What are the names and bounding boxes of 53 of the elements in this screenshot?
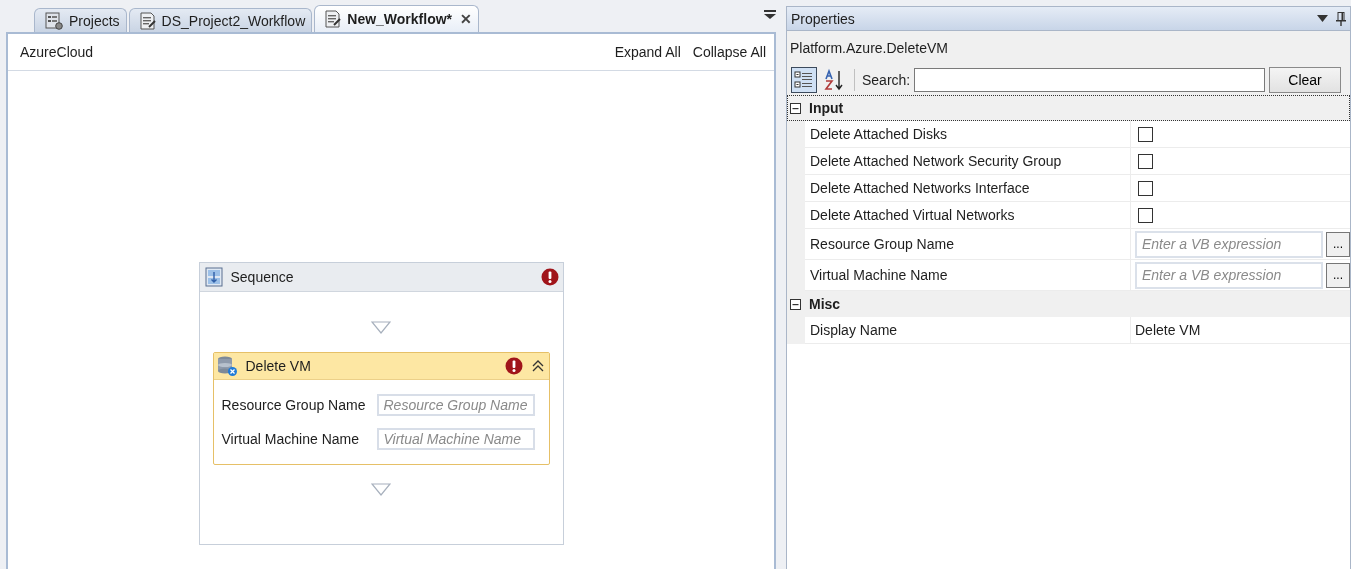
close-icon[interactable]: ✕ (460, 11, 473, 27)
collapse-icon[interactable] (530, 359, 545, 373)
clear-button[interactable]: Clear (1269, 67, 1341, 93)
checkbox[interactable] (1138, 207, 1153, 223)
input-field[interactable]: Virtual Machine Name (376, 428, 535, 450)
expression-field[interactable]: Enter a VB expression (1135, 230, 1323, 258)
property-name: Resource Group Name (805, 229, 1131, 260)
category-title: Input (809, 100, 844, 116)
sequence-activity[interactable]: Sequence Delete VM Resource Group Name Resource Group Name Virtual Machine Name Virtual Machine Name (198, 262, 564, 545)
search-label: Search: (862, 72, 911, 88)
document-tab[interactable]: New_Workflow* ✕ (314, 5, 480, 32)
activity-title: Delete VM (245, 358, 312, 374)
delete-vm-activity[interactable]: Delete VM Resource Group Name Resource Group Name Virtual Machine Name Virtual Machine Name (212, 352, 550, 465)
sequence-title: Sequence (230, 269, 295, 285)
collapse-icon[interactable] (790, 102, 801, 114)
input-field[interactable]: Resource Group Name (376, 394, 535, 416)
document-tab[interactable]: Projects (34, 8, 127, 32)
drop-target-icon (371, 483, 391, 496)
pin-icon[interactable] (1336, 11, 1346, 26)
database-delete-icon (215, 355, 238, 377)
document-icon (139, 11, 156, 30)
panel-title: Properties (791, 10, 856, 27)
document-tab[interactable]: DS_Project2_Workflow (128, 8, 313, 32)
categorized-view-icon[interactable] (791, 67, 817, 93)
dropdown-icon[interactable] (1317, 15, 1328, 22)
category-header[interactable]: Misc (787, 291, 1350, 317)
property-name: Display Name (805, 317, 1131, 344)
expression-field[interactable]: Enter a VB expression (1135, 261, 1323, 289)
checkbox[interactable] (1138, 153, 1153, 169)
browse-button[interactable]: ... (1326, 262, 1350, 288)
drop-target-icon (371, 321, 391, 334)
property-name: Delete Attached Networks Interface (805, 175, 1131, 202)
property-name: Delete Attached Disks (805, 121, 1131, 148)
expand-all-button[interactable]: Expand All (614, 44, 681, 60)
category-header[interactable]: Input (787, 95, 1350, 121)
checkbox[interactable] (1138, 126, 1153, 142)
collapse-icon[interactable] (790, 298, 801, 310)
breadcrumb[interactable]: AzureCloud (20, 44, 603, 60)
sequence-icon (204, 267, 223, 287)
field-label: Resource Group Name (221, 397, 367, 413)
document-icon (325, 10, 342, 28)
category-title: Misc (809, 296, 841, 312)
field-label: Virtual Machine Name (221, 431, 360, 447)
property-name: Delete Attached Network Security Group (805, 148, 1131, 175)
dropdown-icon[interactable] (764, 10, 776, 19)
checkbox[interactable] (1138, 180, 1153, 196)
object-type-name: Platform.Azure.DeleteVM (789, 39, 949, 58)
collapse-all-button[interactable]: Collapse All (692, 44, 766, 60)
project-list-icon (45, 11, 63, 30)
search-field[interactable] (914, 68, 1265, 92)
property-value[interactable]: Delete VM (1135, 322, 1201, 338)
browse-button[interactable]: ... (1326, 231, 1350, 257)
property-name: Delete Attached Virtual Networks (805, 202, 1131, 229)
